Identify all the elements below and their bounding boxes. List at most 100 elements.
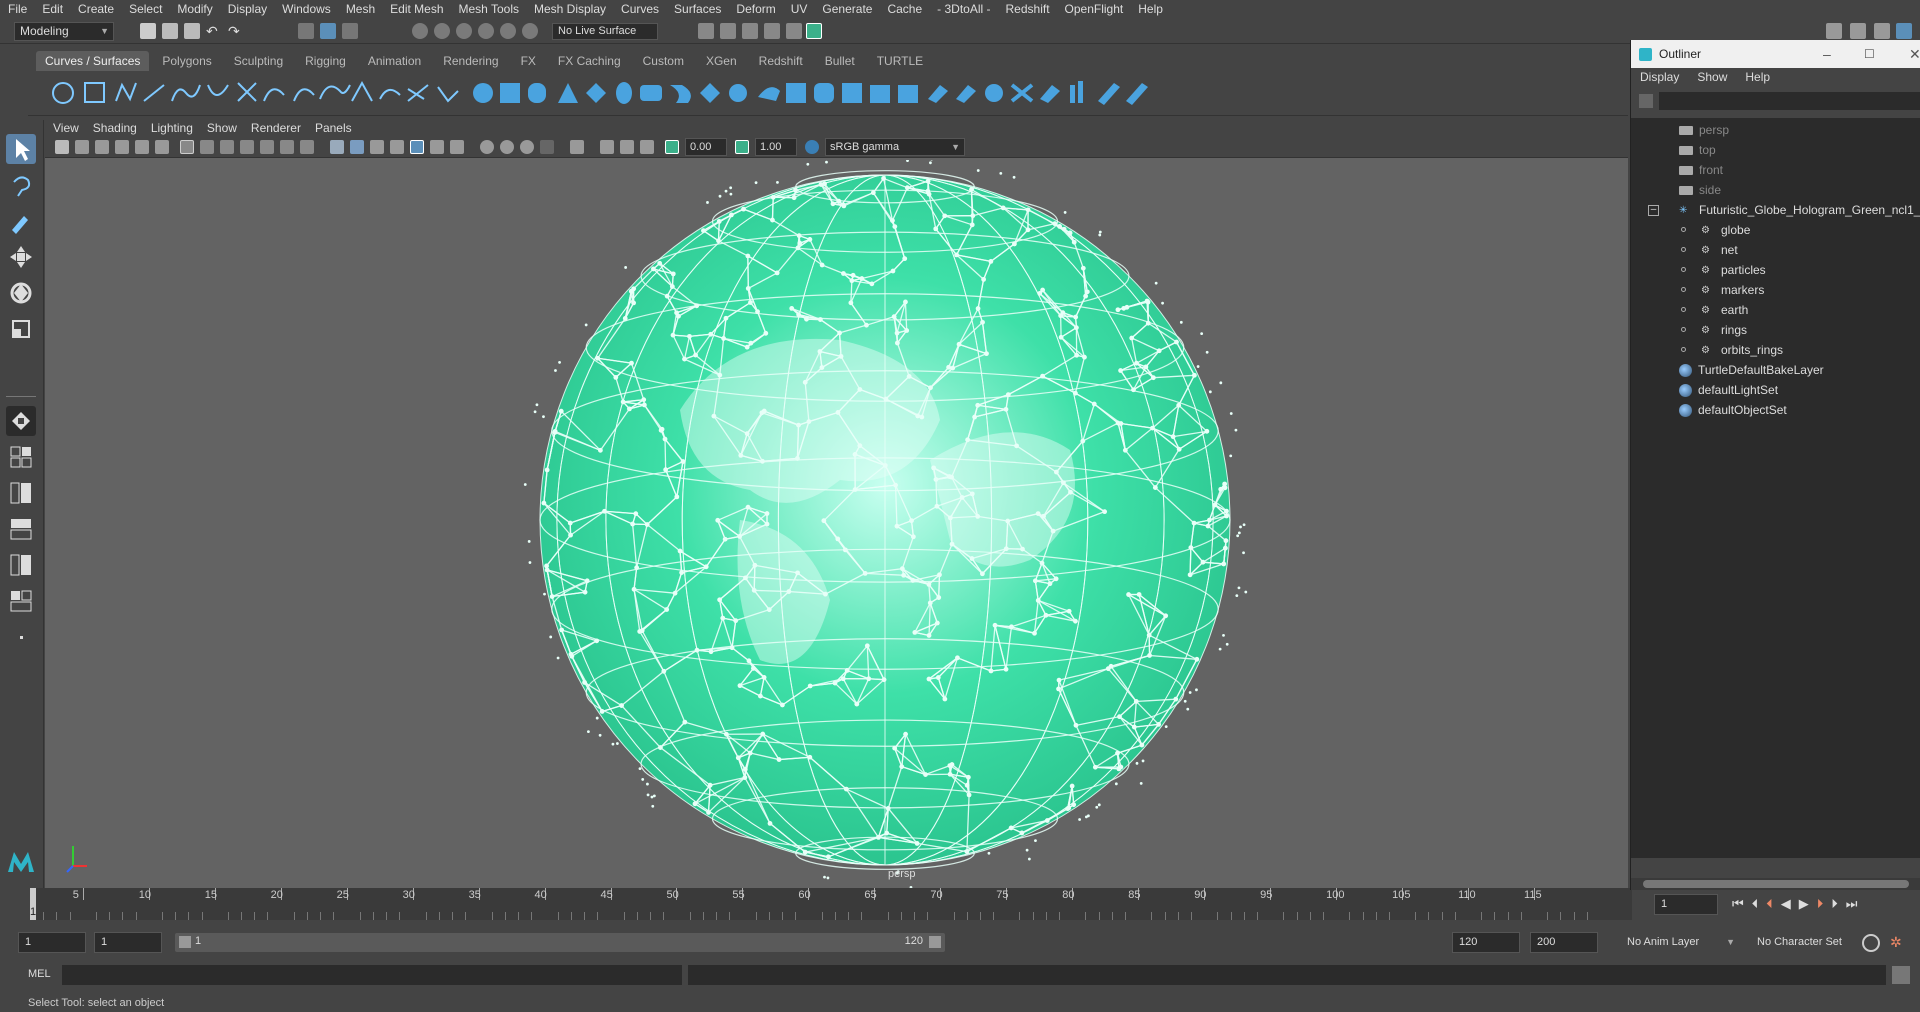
hypershade-layout-icon[interactable] [6, 550, 36, 580]
animation-end-field[interactable]: 200 [1530, 932, 1598, 953]
outliner-search-input[interactable] [1659, 92, 1920, 110]
shelf-tab-animation[interactable]: Animation [359, 51, 430, 71]
use-all-lights-icon[interactable] [410, 140, 424, 154]
pencil-curve-icon[interactable] [143, 84, 165, 102]
open-scene-icon[interactable] [162, 23, 178, 39]
render-frame-icon[interactable] [720, 23, 736, 39]
nurbs-sphere-icon[interactable] [473, 83, 493, 103]
multisample-aa-icon[interactable] [500, 140, 514, 154]
wireframe-on-shaded-icon[interactable] [370, 140, 384, 154]
outliner-scrollbar[interactable] [1631, 878, 1920, 890]
menu-edit-mesh[interactable]: Edit Mesh [390, 2, 443, 16]
outliner-item[interactable]: ⚙ orbits_rings [1701, 340, 1783, 360]
shelf-tab-fx[interactable]: FX [512, 51, 545, 71]
redo-icon[interactable]: ↷ [228, 23, 244, 39]
viewport-menu-panels[interactable]: Panels [315, 121, 352, 135]
anim-layer-dropdown[interactable]: No Anim Layer ▼ [1620, 932, 1740, 953]
outliner-item[interactable]: defaultLightSet [1679, 380, 1778, 400]
persp-outliner-layout-icon[interactable] [6, 478, 36, 508]
viewport-menu-renderer[interactable]: Renderer [251, 121, 301, 135]
render-settings-icon[interactable] [698, 23, 714, 39]
command-input[interactable] [62, 965, 682, 985]
go-to-start-icon[interactable]: ⏮ [1732, 896, 1744, 912]
shelf-tab-bullet[interactable]: Bullet [816, 51, 864, 71]
outliner-item[interactable]: defaultObjectSet [1679, 400, 1787, 420]
menu-create[interactable]: Create [78, 2, 114, 16]
nurbs-cone-icon[interactable] [558, 83, 578, 103]
scrollbar-thumb[interactable] [1643, 880, 1909, 888]
backface-culling-icon[interactable] [640, 140, 654, 154]
gamma-toggle-icon[interactable] [735, 140, 749, 154]
undo-icon[interactable]: ↶ [206, 23, 222, 39]
offset-curve-icon[interactable] [351, 80, 373, 102]
xray-icon[interactable] [570, 140, 584, 154]
gamma-field[interactable]: 1.00 [755, 138, 797, 156]
outliner-item[interactable]: ⚙ particles [1701, 260, 1766, 280]
outliner-item[interactable]: persp [1679, 120, 1729, 140]
paint-select-tool-icon[interactable] [6, 206, 36, 236]
bezier-icon[interactable] [207, 84, 229, 96]
play-forwards-icon[interactable]: ▶ [1799, 896, 1809, 912]
menu-help[interactable]: Help [1138, 2, 1163, 16]
revolve-icon[interactable] [640, 85, 662, 101]
channel-box-icon[interactable] [1896, 23, 1912, 39]
mode-selector[interactable]: Modeling ▼ [14, 22, 114, 41]
outliner-item[interactable]: ⚙ net [1701, 240, 1738, 260]
detach-curve-icon[interactable] [293, 88, 315, 102]
shelf-tab-rendering[interactable]: Rendering [434, 51, 507, 71]
outliner-item[interactable]: ⚙ globe [1701, 220, 1750, 240]
cv-curve-icon[interactable] [115, 82, 137, 102]
viewport-menu-view[interactable]: View [53, 121, 79, 135]
trim-tool-icon[interactable] [956, 85, 976, 103]
color-space-dropdown[interactable]: sRGB gamma ▼ [825, 138, 965, 156]
screen-space-ao-icon[interactable] [450, 140, 464, 154]
maximize-icon[interactable]: ☐ [1864, 40, 1875, 68]
rebuild-curve-icon[interactable] [319, 84, 351, 100]
character-set-dropdown[interactable]: No Character Set [1750, 932, 1860, 953]
select-tool-icon[interactable] [6, 134, 36, 164]
move-tool-icon[interactable] [6, 242, 36, 272]
step-forward-key-icon[interactable]: ⏵ [1817, 896, 1824, 912]
menu-generate[interactable]: Generate [822, 2, 872, 16]
curve-edit-icon[interactable] [437, 86, 459, 103]
boundary-icon[interactable] [786, 83, 806, 103]
nurbs-cube-icon[interactable] [500, 83, 520, 103]
circle-icon[interactable] [52, 82, 74, 104]
menu-surfaces[interactable]: Surfaces [674, 2, 721, 16]
planar-icon[interactable] [700, 83, 720, 103]
outliner-menu-help[interactable]: Help [1745, 70, 1770, 84]
tool-settings-icon[interactable] [1874, 23, 1890, 39]
persp-graph-layout-icon[interactable] [6, 514, 36, 544]
birail-icon[interactable] [758, 87, 780, 101]
menu-mesh[interactable]: Mesh [346, 2, 375, 16]
outliner-item[interactable]: top [1679, 140, 1716, 160]
nurbs-cylinder-icon[interactable] [528, 83, 546, 103]
redshift-render-icon[interactable] [806, 23, 822, 39]
extend-curve-icon[interactable] [379, 88, 401, 100]
xray-joints-icon[interactable] [600, 140, 614, 154]
outliner-menu-show[interactable]: Show [1697, 70, 1727, 84]
square-surface-icon[interactable] [814, 83, 834, 103]
menu-cache[interactable]: Cache [887, 2, 922, 16]
script-editor-icon[interactable] [1892, 966, 1910, 984]
wireframe-icon[interactable] [330, 140, 344, 154]
menu-display[interactable]: Display [228, 2, 267, 16]
menu-openflight[interactable]: OpenFlight [1065, 2, 1124, 16]
outliner-item[interactable]: ⚙ earth [1701, 300, 1748, 320]
menu-3dtoall[interactable]: - 3DtoAll - [937, 2, 990, 16]
camera-select-icon[interactable] [55, 140, 69, 154]
xray-components-icon[interactable] [620, 140, 634, 154]
step-back-key-icon[interactable]: ⏴ [1766, 896, 1773, 912]
outliner-item[interactable]: ✳ Futuristic_Globe_Hologram_Green_ncl1_1 [1679, 200, 1920, 220]
intersect-surfaces-icon[interactable] [898, 85, 918, 103]
snap-curve-icon[interactable] [434, 23, 450, 39]
attach-curve-icon[interactable] [263, 88, 285, 102]
play-backwards-icon[interactable]: ◀ [1781, 896, 1791, 912]
rotate-tool-icon[interactable] [6, 278, 36, 308]
range-start-handle[interactable] [179, 936, 191, 948]
shelf-tab-xgen[interactable]: XGen [697, 51, 746, 71]
step-back-frame-icon[interactable]: ⏴ [1752, 896, 1759, 912]
outliner-item[interactable]: side [1679, 180, 1721, 200]
minimize-icon[interactable]: – [1823, 40, 1831, 68]
ipr-render-icon[interactable] [742, 23, 758, 39]
